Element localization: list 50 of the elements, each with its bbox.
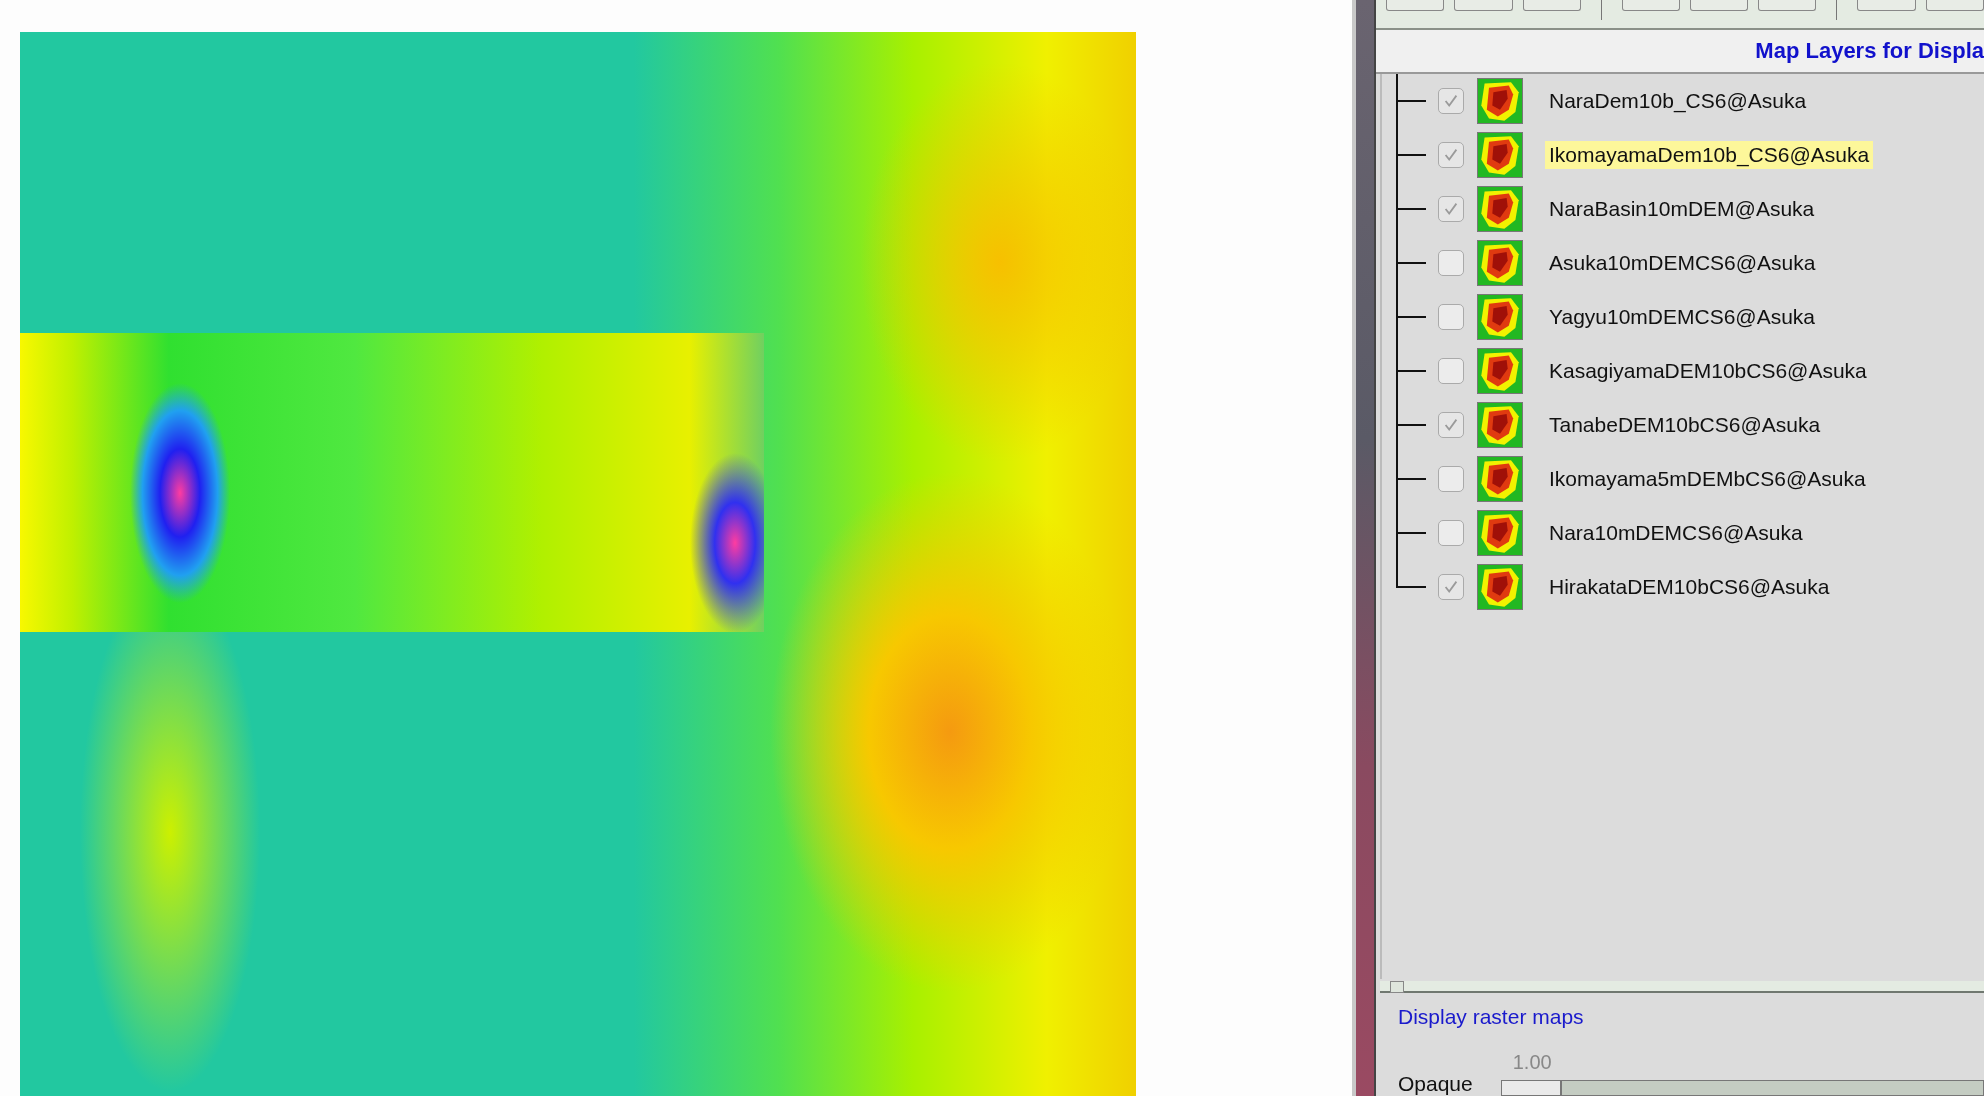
- raster-layer-icon: [1477, 564, 1523, 610]
- opacity-value: 1.00: [1511, 1051, 1553, 1074]
- raster-layer-icon: [1477, 510, 1523, 556]
- toolbar-button[interactable]: [1689, 0, 1749, 11]
- raster-layer-icon: [1477, 132, 1523, 178]
- horizontal-scrollbar[interactable]: [1380, 981, 1984, 993]
- slider-thumb[interactable]: [1501, 1081, 1562, 1095]
- layer-name[interactable]: HirakataDEM10bCS6@Asuka: [1545, 573, 1834, 601]
- toolbar-button[interactable]: [1522, 0, 1581, 11]
- toolbar-button[interactable]: [1621, 0, 1680, 11]
- layer-checkbox[interactable]: [1438, 304, 1464, 330]
- layer-checkbox[interactable]: [1438, 196, 1464, 222]
- toolbar-button[interactable]: [1857, 0, 1916, 11]
- opacity-slider[interactable]: [1500, 1080, 1984, 1096]
- layer-name[interactable]: NaraDem10b_CS6@Asuka: [1545, 87, 1811, 115]
- layer-name[interactable]: Nara10mDEMCS6@Asuka: [1545, 519, 1807, 547]
- layer-name[interactable]: IkomayamaDem10b_CS6@Asuka: [1545, 141, 1874, 169]
- layer-name[interactable]: TanabeDEM10bCS6@Asuka: [1545, 411, 1825, 439]
- check-icon: [1442, 416, 1460, 434]
- layer-checkbox[interactable]: [1438, 250, 1464, 276]
- layer-checkbox[interactable]: [1438, 358, 1464, 384]
- layer-checkbox[interactable]: [1438, 574, 1464, 600]
- layer-checkbox[interactable]: [1438, 88, 1464, 114]
- raster-layer-icon: [1477, 294, 1523, 340]
- panel-title: Map Layers for Displa: [1755, 38, 1984, 64]
- layer-checkbox[interactable]: [1438, 466, 1464, 492]
- raster-layer-icon: [1477, 402, 1523, 448]
- toolbar-button[interactable]: [1925, 0, 1984, 11]
- status-text: Display raster maps: [1397, 1004, 1585, 1029]
- toolbar-button[interactable]: [1758, 0, 1817, 11]
- raster-layer-icon: [1477, 78, 1523, 124]
- raster-layer-icon: [1477, 456, 1523, 502]
- toolbar-button[interactable]: [1386, 0, 1445, 11]
- layer-name[interactable]: Ikomayama5mDEMbCS6@Asuka: [1545, 465, 1870, 493]
- layer-checkbox[interactable]: [1438, 520, 1464, 546]
- layer-checkbox[interactable]: [1438, 142, 1464, 168]
- check-icon: [1442, 200, 1460, 218]
- raster-layer-icon: [1477, 186, 1523, 232]
- toolbar-button[interactable]: [1454, 0, 1513, 11]
- check-icon: [1442, 146, 1460, 164]
- layer-name[interactable]: KasagiyamaDEM10bCS6@Asuka: [1545, 357, 1871, 385]
- check-icon: [1442, 578, 1460, 596]
- layer-checkbox[interactable]: [1438, 412, 1464, 438]
- layer-name[interactable]: Yagyu10mDEMCS6@Asuka: [1545, 303, 1820, 331]
- check-icon: [1442, 92, 1460, 110]
- layer-name[interactable]: NaraBasin10mDEM@Asuka: [1545, 195, 1819, 223]
- raster-layer-icon: [1477, 348, 1523, 394]
- opacity-label: Opaque: [1398, 1072, 1473, 1096]
- raster-layer-icon: [1477, 240, 1523, 286]
- layer-name[interactable]: Asuka10mDEMCS6@Asuka: [1545, 249, 1820, 277]
